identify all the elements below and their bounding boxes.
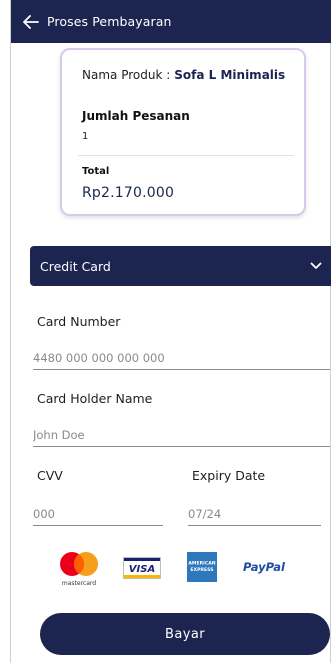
total-value: Rp2.170.000 xyxy=(82,185,175,201)
paypal-text: PayPal xyxy=(243,560,286,574)
card-holder-label: Card Holder Name xyxy=(37,391,153,406)
arrow-left-icon xyxy=(23,14,39,29)
visa-text: VISA xyxy=(129,564,155,575)
total-label: Total xyxy=(82,166,110,177)
visa-logo-icon: VISA xyxy=(123,557,161,579)
pay-button[interactable]: Bayar xyxy=(40,613,330,655)
amex-text-bottom: EXPRESS xyxy=(190,567,213,573)
cvv-input[interactable] xyxy=(33,507,163,526)
app-bar: Proses Pembayaran xyxy=(11,0,331,43)
quantity-label: Jumlah Pesanan xyxy=(82,109,190,123)
order-summary-card: Nama Produk : Sofa L Minimalis Jumlah Pes… xyxy=(60,48,306,216)
amex-logo-icon: AMERICAN EXPRESS xyxy=(187,552,217,582)
product-label: Nama Produk : xyxy=(82,68,171,82)
quantity-value: 1 xyxy=(82,131,89,142)
card-holder-input[interactable] xyxy=(33,428,330,447)
paypal-logo-icon: PayPal xyxy=(243,560,286,574)
payment-method-value: Credit Card xyxy=(40,258,111,274)
page-title: Proses Pembayaran xyxy=(47,14,172,29)
cvv-label: CVV xyxy=(37,468,63,483)
product-value: Sofa L Minimalis xyxy=(174,68,286,82)
payment-method-dropdown[interactable]: Credit Card xyxy=(30,246,331,286)
expiry-date-label: Expiry Date xyxy=(192,468,266,483)
phone-frame: Proses Pembayaran Nama Produk : Sofa L Mi… xyxy=(10,0,331,663)
summary-divider xyxy=(78,155,294,156)
amex-text-top: AMERICAN xyxy=(188,561,215,567)
expiry-date-input[interactable] xyxy=(188,507,321,526)
back-button[interactable] xyxy=(15,0,47,43)
payment-logos: mastercard VISA AMERICAN EXPRESS PayPal xyxy=(57,548,297,588)
mastercard-text: mastercard xyxy=(62,580,96,587)
card-number-label: Card Number xyxy=(37,314,121,329)
mastercard-logo-icon: mastercard xyxy=(60,552,98,587)
product-row: Nama Produk : Sofa L Minimalis xyxy=(82,68,285,82)
chevron-down-icon xyxy=(310,262,322,269)
card-number-input[interactable] xyxy=(33,351,330,370)
